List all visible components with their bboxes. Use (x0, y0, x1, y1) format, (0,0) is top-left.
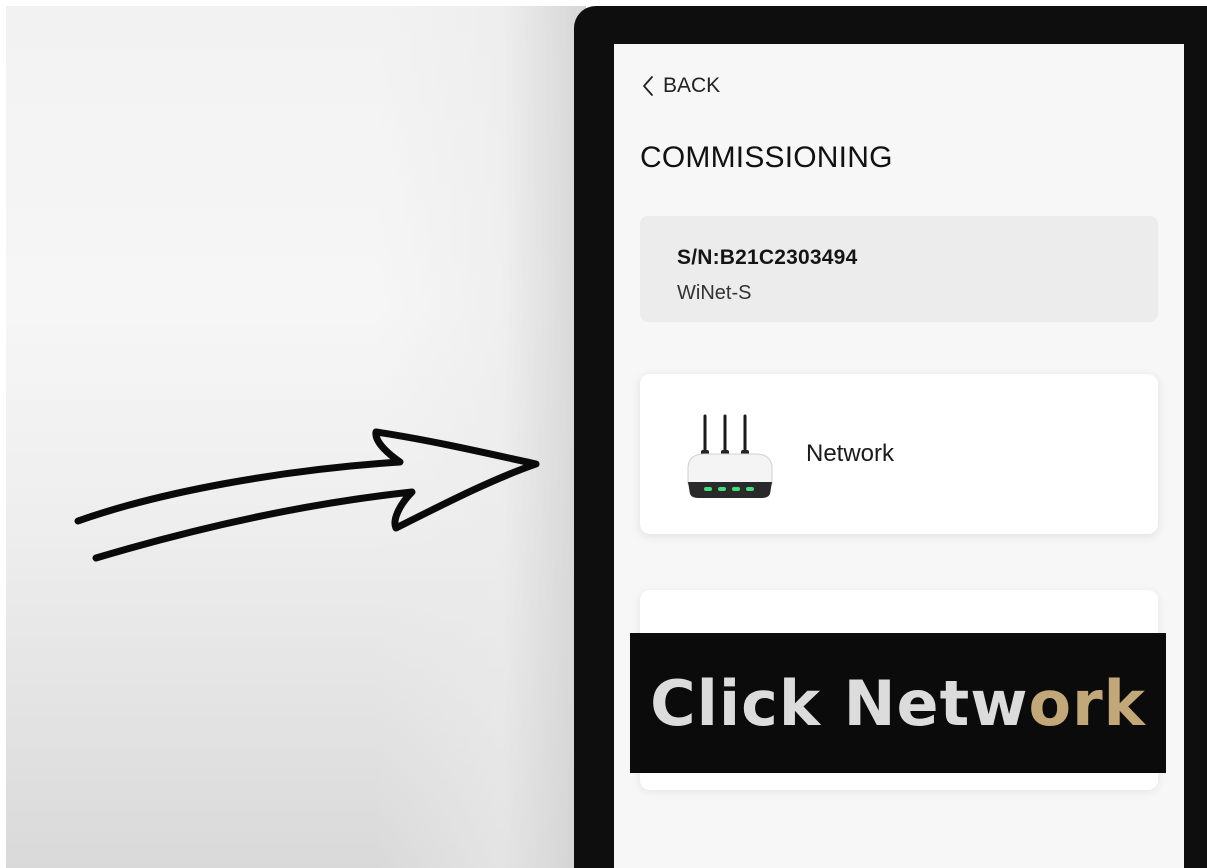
network-menu-item[interactable]: Network (640, 374, 1158, 534)
back-label: BACK (663, 74, 721, 97)
router-icon (687, 414, 773, 498)
back-button[interactable]: BACK (641, 74, 720, 98)
device-serial: S/N:B21C2303494 (677, 246, 858, 269)
caption-text: Click Network (650, 667, 1146, 740)
caption-overlay: Click Network (630, 633, 1166, 773)
hand-drawn-arrow-icon (74, 428, 540, 562)
network-label: Network (806, 440, 895, 467)
caption-main: Click Netw (650, 666, 1029, 740)
caption-accent: ork (1028, 666, 1146, 740)
device-model: WiNet-S (677, 282, 752, 304)
device-info-card: S/N:B21C2303494 WiNet-S (640, 216, 1158, 322)
chevron-left-icon (643, 76, 653, 96)
page-title: COMMISSIONING (640, 141, 893, 174)
scene: BACK COMMISSIONING S/N:B21C2303494 WiNet… (0, 0, 1207, 868)
